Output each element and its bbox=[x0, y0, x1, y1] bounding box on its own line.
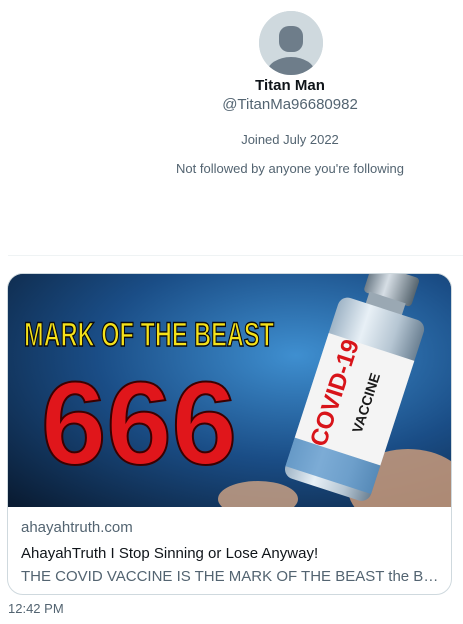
link-preview-meta: ahayahtruth.com AhayahTruth I Stop Sinni… bbox=[21, 518, 441, 587]
joined-date: Joined July 2022 bbox=[241, 132, 339, 147]
link-domain: ahayahtruth.com bbox=[21, 519, 133, 536]
profile-name[interactable]: Titan Man bbox=[0, 77, 463, 94]
link-preview-card[interactable]: COVID-19 VACCINE MARK OF THE BEAST 666 a… bbox=[7, 273, 452, 595]
profile-handle: @TitanMa96680982 bbox=[222, 96, 358, 113]
link-title[interactable]: AhayahTruth I Stop Sinning or Lose Anywa… bbox=[21, 544, 441, 564]
person-silhouette-icon bbox=[259, 11, 323, 75]
link-description: THE COVID VACCINE IS THE MARK OF THE BEA… bbox=[21, 568, 441, 585]
message-timestamp: 12:42 PM bbox=[8, 601, 64, 616]
preview-thumbnail: COVID-19 VACCINE MARK OF THE BEAST 666 bbox=[8, 274, 451, 507]
dm-conversation-view: Titan Man @TitanMa96680982 Joined July 2… bbox=[0, 0, 463, 624]
default-avatar-icon[interactable] bbox=[259, 11, 323, 75]
followed-by-text: Not followed by anyone you're following bbox=[176, 161, 404, 176]
image-headline: MARK OF THE BEAST bbox=[24, 316, 274, 354]
profile-summary: Titan Man @TitanMa96680982 Joined July 2… bbox=[0, 0, 463, 255]
link-preview-image[interactable]: COVID-19 VACCINE MARK OF THE BEAST 666 bbox=[8, 274, 451, 507]
divider bbox=[8, 255, 463, 256]
image-number: 666 bbox=[41, 358, 237, 490]
